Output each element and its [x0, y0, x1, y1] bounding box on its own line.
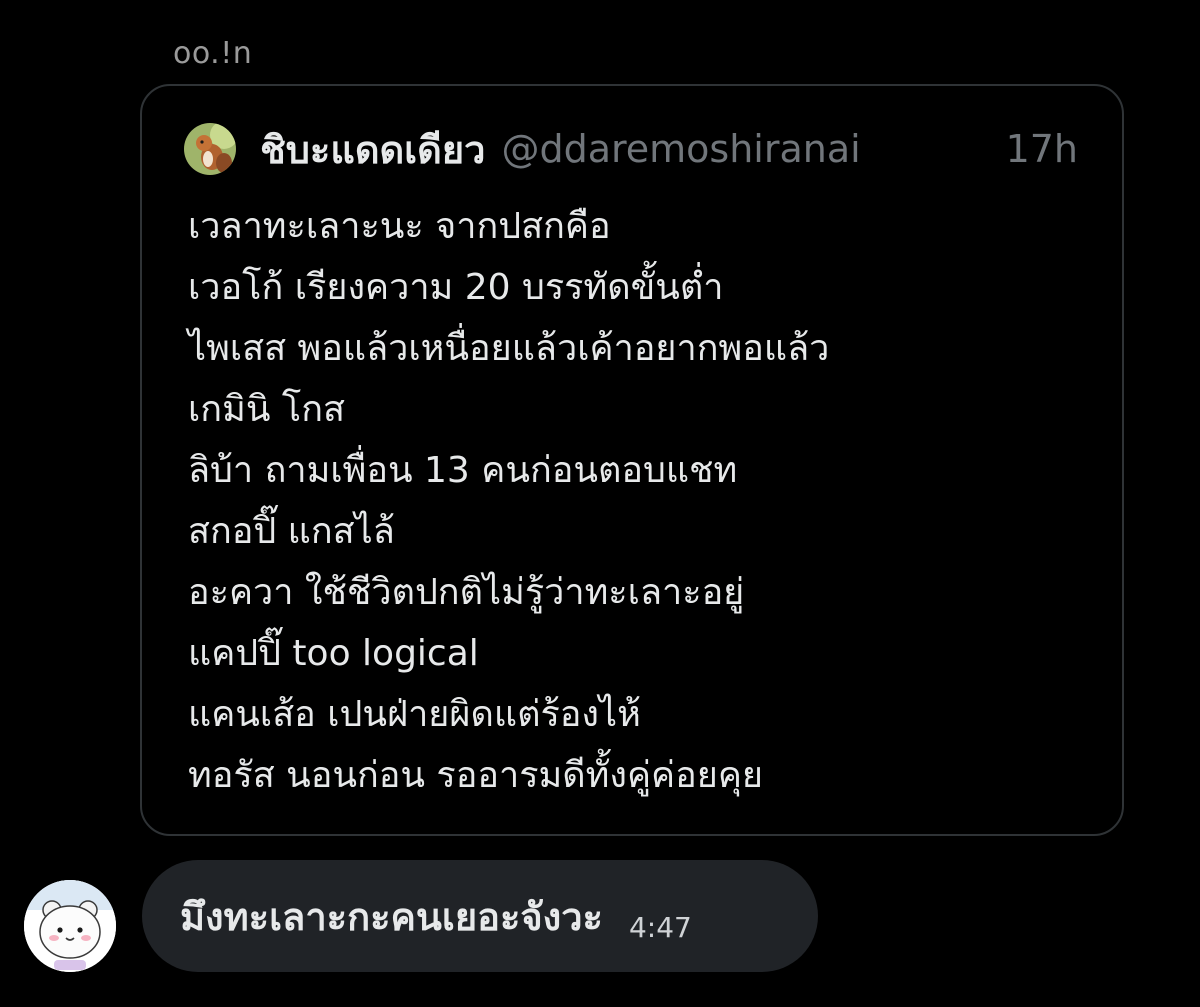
quoted-post-card[interactable]: ชิบะแดดเดียว @ddaremoshiranai 17h เวลาทะ… — [140, 84, 1124, 836]
quoted-post-line: อะควา ใช้ชีวิตปกติไม่รู้ว่าทะเลาะอยู่ — [188, 572, 745, 613]
quoted-author-name[interactable]: ชิบะแดดเดียว — [260, 119, 485, 180]
quoted-post-line: แคปปิ๊ too logical — [188, 633, 479, 674]
quoted-post-text: เวลาทะเลาะนะ จากปสกคือ เวอโก้ เรียงความ … — [188, 196, 1082, 806]
reply-message-bubble[interactable]: มึงทะเลาะกะคนเยอะจังวะ 4:47 — [142, 860, 818, 972]
quoted-author-handle[interactable]: @ddaremoshiranai — [501, 127, 860, 171]
quoted-post-line: ทอรัส นอนก่อน รออารมดีทั้งคู่ค่อยคุย — [188, 755, 764, 796]
quoted-post-line: ลิบ้า ถามเพื่อน 13 คนก่อนตอบแชท — [188, 450, 738, 491]
white-bear-avatar-icon[interactable] — [24, 880, 116, 972]
quoted-post-line: เวอโก้ เรียงความ 20 บรรทัดขั้นต่ำ — [188, 267, 724, 308]
quoted-post-line: แคนเส้อ เปนฝ่ายผิดแต่ร้องไห้ — [188, 694, 641, 735]
quoted-post-line: เวลาทะเลาะนะ จากปสกคือ — [188, 206, 611, 247]
quoted-post-line: สกอปิ๊ แกสไล้ — [188, 511, 395, 552]
quoted-post-line: เกมินิ โกส — [188, 389, 345, 430]
quoted-post-line: ไพเสส พอแล้วเหนื่อยแล้วเค้าอยากพอแล้ว — [188, 328, 830, 369]
reply-message-text: มึงทะเลาะกะคนเยอะจังวะ — [180, 894, 603, 939]
sender-name: oo.!n — [173, 36, 253, 71]
squirrel-avatar-icon[interactable] — [184, 123, 236, 175]
reply-message-time: 4:47 — [628, 910, 692, 944]
quoted-post-header: ชิบะแดดเดียว @ddaremoshiranai 17h — [184, 120, 1078, 178]
quoted-post-time: 17h — [1005, 127, 1078, 171]
